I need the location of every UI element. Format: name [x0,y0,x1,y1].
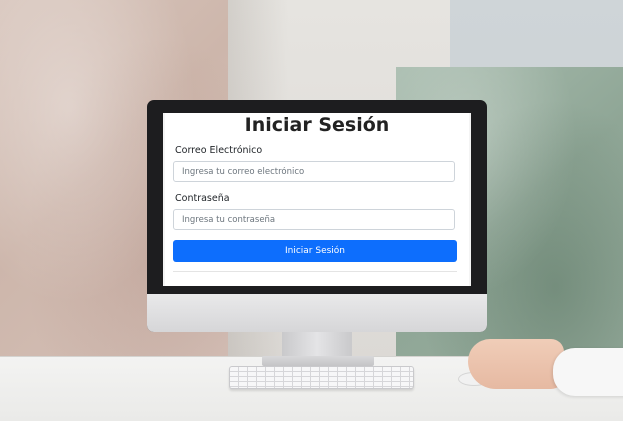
email-label: Correo Electrónico [175,145,263,156]
password-field[interactable] [173,209,455,230]
monitor-chin [147,294,487,332]
monitor-screen: Iniciar Sesión Correo Electrónico Contra… [163,113,471,286]
login-submit-button[interactable]: Iniciar Sesión [173,240,457,262]
login-title: Iniciar Sesión [244,114,390,136]
form-divider [173,271,457,272]
hand [468,339,564,389]
shirt-sleeve [553,348,623,396]
keyboard [229,366,414,389]
login-form: Iniciar Sesión Correo Electrónico Contra… [165,113,469,286]
password-label: Contraseña [175,193,230,204]
monitor-stand-base [262,356,374,366]
email-field[interactable] [173,161,455,182]
